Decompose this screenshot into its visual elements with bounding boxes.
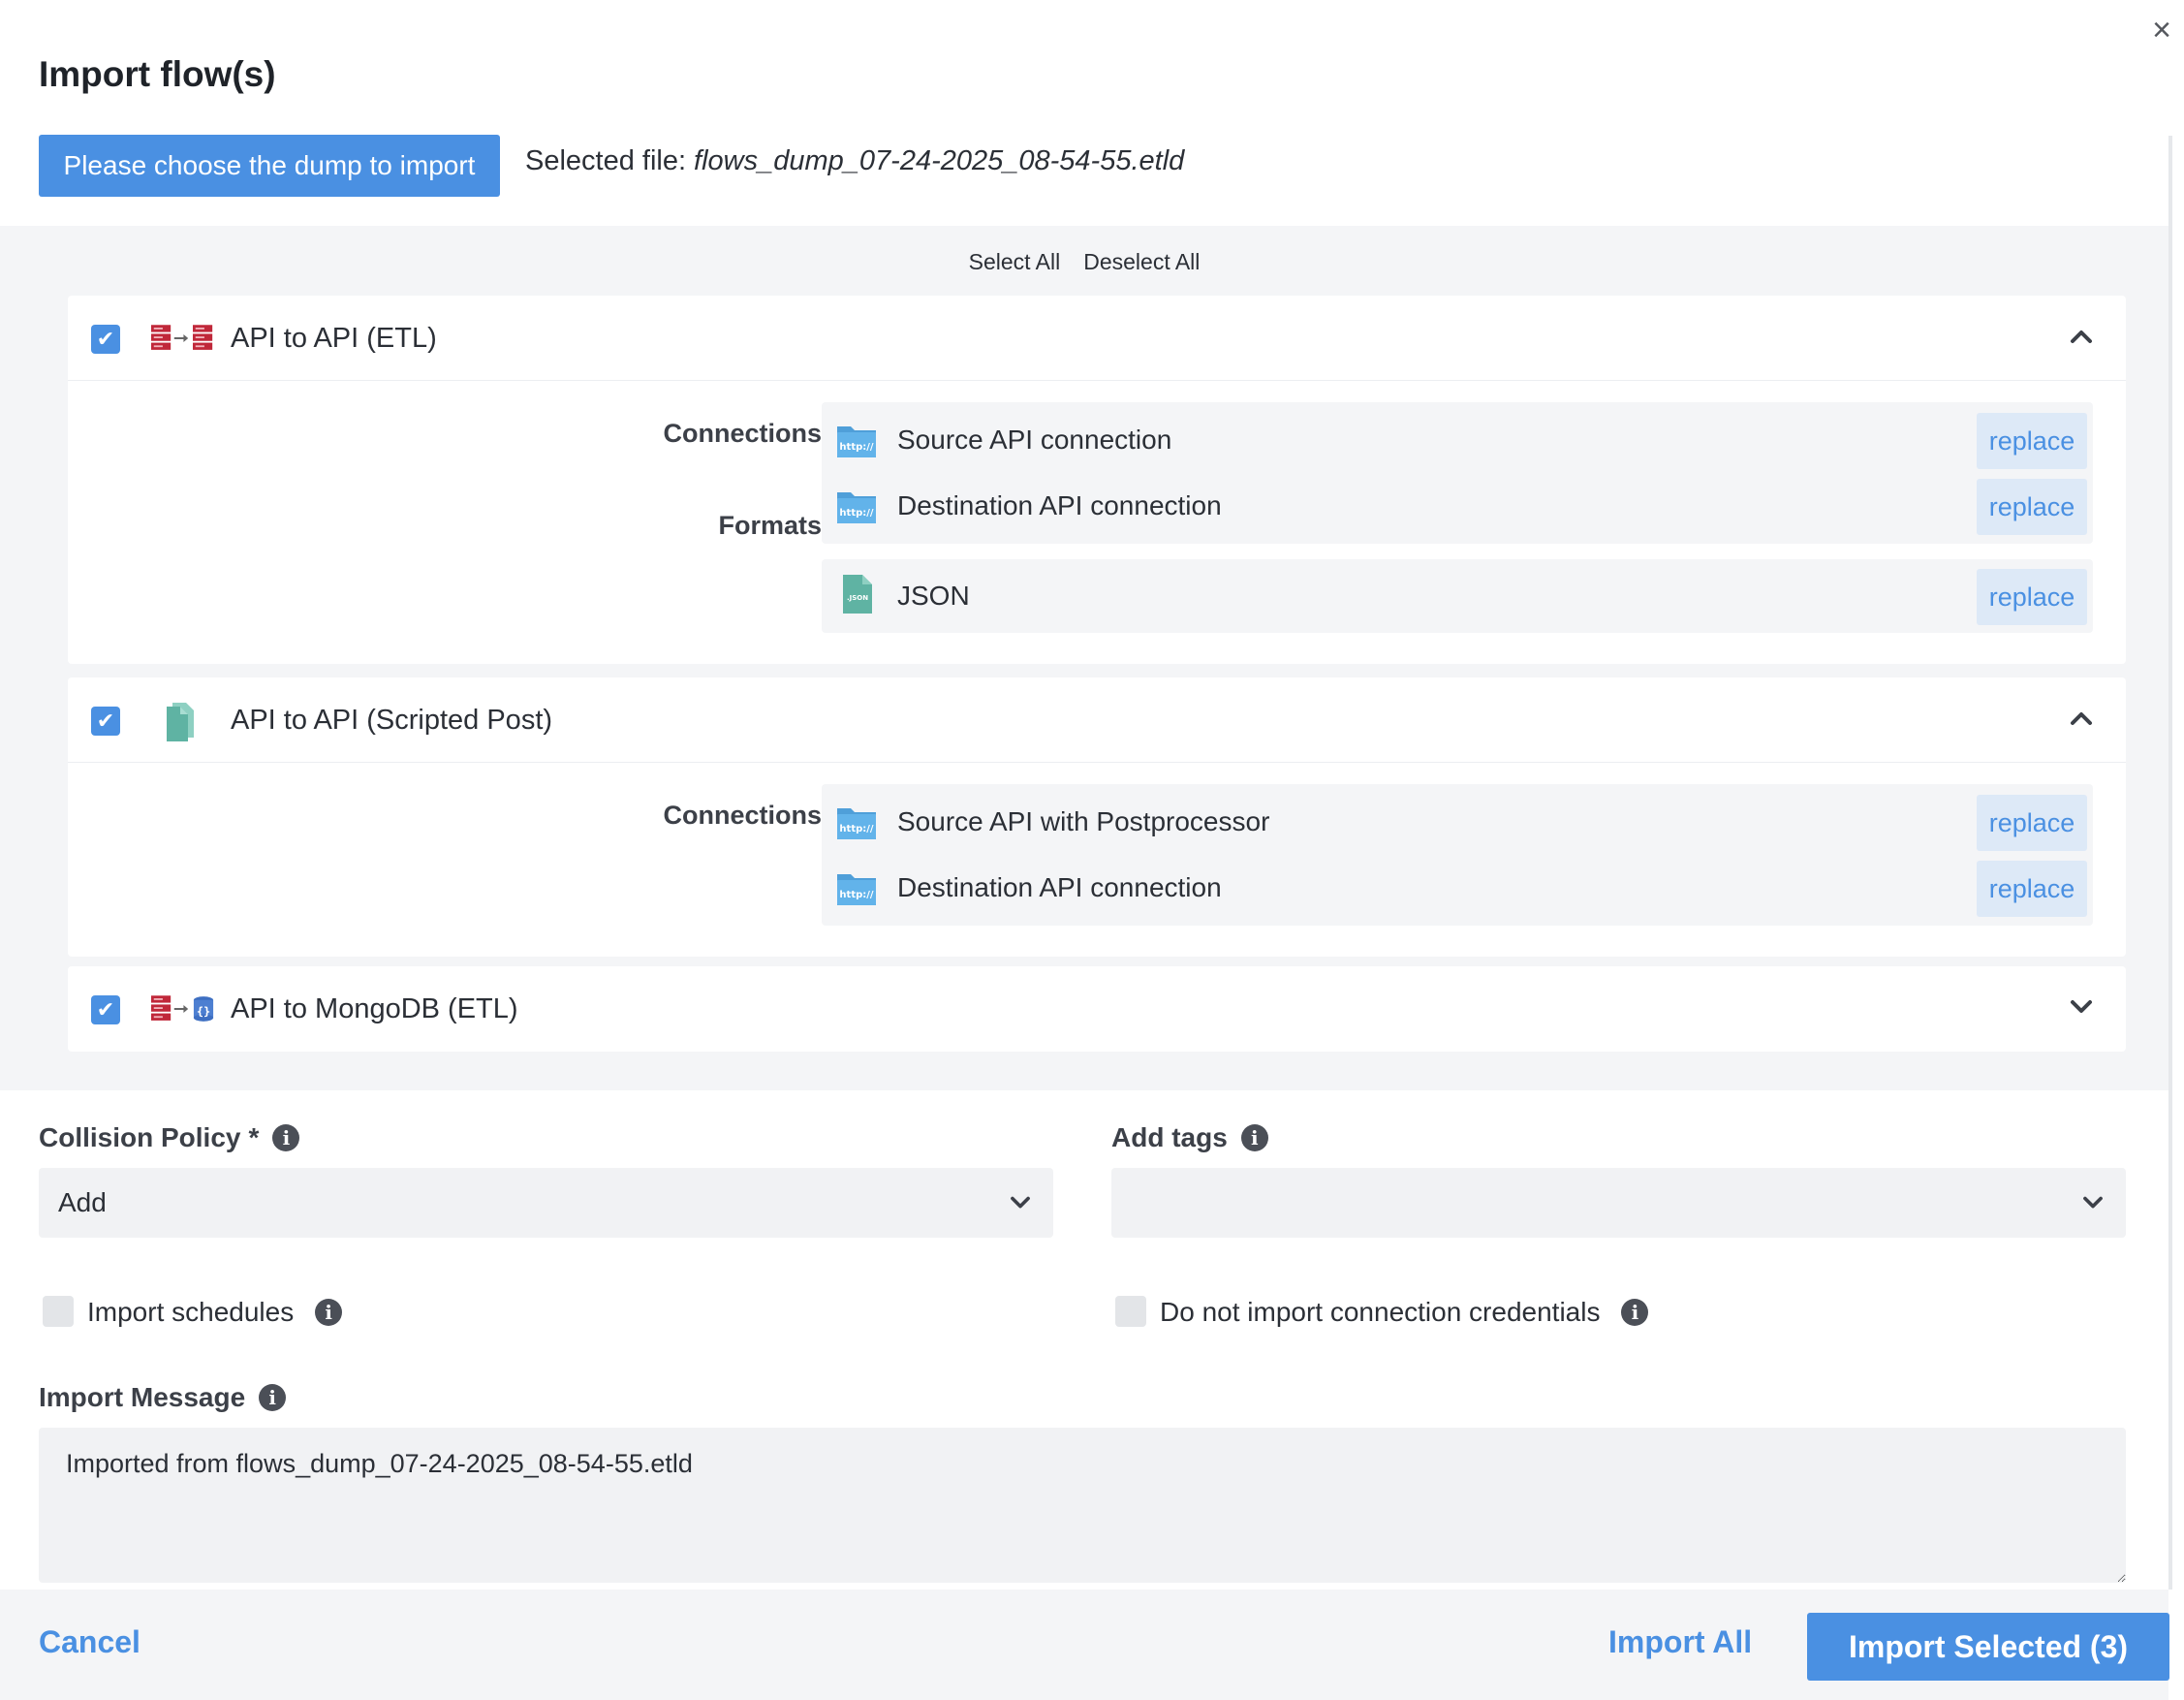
connection-name: Destination API connection <box>897 872 1222 902</box>
import-message-textarea[interactable]: Imported from flows_dump_07-24-2025_08-5… <box>39 1428 2126 1583</box>
http-folder-icon <box>837 492 876 523</box>
flow-checkbox[interactable]: ✔ <box>91 995 120 1024</box>
http-folder-icon <box>837 426 876 457</box>
format-name: JSON <box>897 581 970 611</box>
connections-list: Source API connection replace Destinatio… <box>822 402 2093 544</box>
info-icon[interactable]: i <box>1621 1299 1649 1326</box>
connection-name: Destination API connection <box>897 490 1222 520</box>
select-all-link[interactable]: Select All <box>969 249 1061 274</box>
import-message-label: Import Message i <box>39 1382 287 1413</box>
replace-button[interactable]: replace <box>1977 795 2087 851</box>
dialog-footer: Cancel Import All Import Selected (3) <box>0 1590 2169 1700</box>
add-tags-label-text: Add tags <box>1111 1122 1228 1152</box>
list-item: Destination API connection replace <box>822 855 2093 921</box>
import-schedules-field: Import schedules i <box>87 1297 343 1328</box>
flows-list: Select All Deselect All ✔ API to API (ETL… <box>0 226 2168 1090</box>
selected-file-info: Selected file: flows_dump_07-24-2025_08-5… <box>525 145 1184 177</box>
no-credentials-label: Do not import connection credentials <box>1160 1297 1601 1327</box>
info-icon[interactable]: i <box>1240 1124 1268 1151</box>
replace-button[interactable]: replace <box>1977 569 2087 625</box>
collision-policy-label-text: Collision Policy <box>39 1122 241 1152</box>
scripted-post-icon <box>167 703 194 741</box>
json-file-icon <box>843 575 872 614</box>
flow-title: API to API (Scripted Post) <box>231 705 553 736</box>
import-schedules-checkbox[interactable] <box>43 1296 74 1327</box>
connections-list: Source API with Postprocessor replace De… <box>822 784 2093 926</box>
required-mark: * <box>248 1122 260 1152</box>
import-selected-button[interactable]: Import Selected (3) <box>1807 1613 2169 1681</box>
import-all-button[interactable]: Import All <box>1608 1624 1752 1660</box>
selected-file-label: Selected file: <box>525 145 687 176</box>
add-tags-label: Add tags i <box>1111 1122 1268 1153</box>
chevron-up-icon[interactable] <box>2062 317 2101 356</box>
add-tags-select[interactable] <box>1111 1168 2126 1238</box>
no-credentials-checkbox[interactable] <box>1115 1296 1146 1327</box>
connections-label: Connections <box>663 419 822 448</box>
chevron-down-icon <box>1011 1196 1030 1209</box>
collision-policy-select[interactable]: Add <box>39 1168 1053 1238</box>
list-item: Source API connection replace <box>822 407 2093 473</box>
list-item: Source API with Postprocessor replace <box>822 789 2093 855</box>
formats-list: JSON replace <box>822 559 2093 633</box>
http-folder-icon <box>837 874 876 905</box>
info-icon[interactable]: i <box>259 1384 287 1411</box>
chevron-up-icon[interactable] <box>2062 699 2101 738</box>
flow-card: ✔ API to MongoDB (ETL) <box>68 966 2126 1052</box>
flow-checkbox[interactable]: ✔ <box>91 325 120 354</box>
api-to-mongodb-icon <box>151 995 214 1022</box>
info-icon[interactable]: i <box>315 1299 343 1326</box>
replace-button[interactable]: replace <box>1977 861 2087 917</box>
import-message-label-text: Import Message <box>39 1382 246 1412</box>
connection-name: Source API with Postprocessor <box>897 806 1270 836</box>
dialog-title: Import flow(s) <box>39 54 276 94</box>
choose-dump-button[interactable]: Please choose the dump to import <box>39 135 500 197</box>
flow-title: API to API (ETL) <box>231 323 437 354</box>
info-icon[interactable]: i <box>272 1124 300 1151</box>
formats-label: Formats <box>718 511 822 540</box>
import-schedules-label: Import schedules <box>87 1297 295 1327</box>
scrollbar[interactable] <box>2168 136 2172 1590</box>
deselect-all-link[interactable]: Deselect All <box>1083 249 1200 274</box>
list-item: JSON replace <box>822 563 2093 629</box>
collision-policy-value: Add <box>58 1187 107 1217</box>
collision-policy-label: Collision Policy * i <box>39 1122 300 1153</box>
chevron-down-icon[interactable] <box>2062 988 2101 1026</box>
http-folder-icon <box>837 808 876 839</box>
flow-card-header[interactable]: ✔ API to API (ETL) <box>68 296 2126 381</box>
list-item: Destination API connection replace <box>822 473 2093 539</box>
flow-card: ✔ API to API (ETL) Connections Source AP… <box>68 296 2126 664</box>
connection-name: Source API connection <box>897 425 1172 455</box>
import-flows-dialog: × Import flow(s) Please choose the dump … <box>0 0 2184 1700</box>
close-icon[interactable]: × <box>2145 14 2178 47</box>
flow-card: ✔ API to API (Scripted Post) Connections… <box>68 677 2126 957</box>
flow-title: API to MongoDB (ETL) <box>231 993 518 1024</box>
cancel-button[interactable]: Cancel <box>39 1624 140 1660</box>
no-credentials-field: Do not import connection credentials i <box>1160 1297 1649 1328</box>
api-to-api-etl-icon <box>151 325 213 350</box>
connections-label: Connections <box>663 801 822 830</box>
flow-card-header[interactable]: ✔ API to API (Scripted Post) <box>68 677 2126 763</box>
chevron-down-icon <box>2083 1196 2103 1209</box>
replace-button[interactable]: replace <box>1977 413 2087 469</box>
selected-file-name: flows_dump_07-24-2025_08-54-55.etld <box>694 145 1185 176</box>
flow-card-header[interactable]: ✔ API to MongoDB (ETL) <box>68 966 2126 1052</box>
selection-links: Select All Deselect All <box>0 249 2168 275</box>
flow-checkbox[interactable]: ✔ <box>91 707 120 736</box>
replace-button[interactable]: replace <box>1977 479 2087 535</box>
